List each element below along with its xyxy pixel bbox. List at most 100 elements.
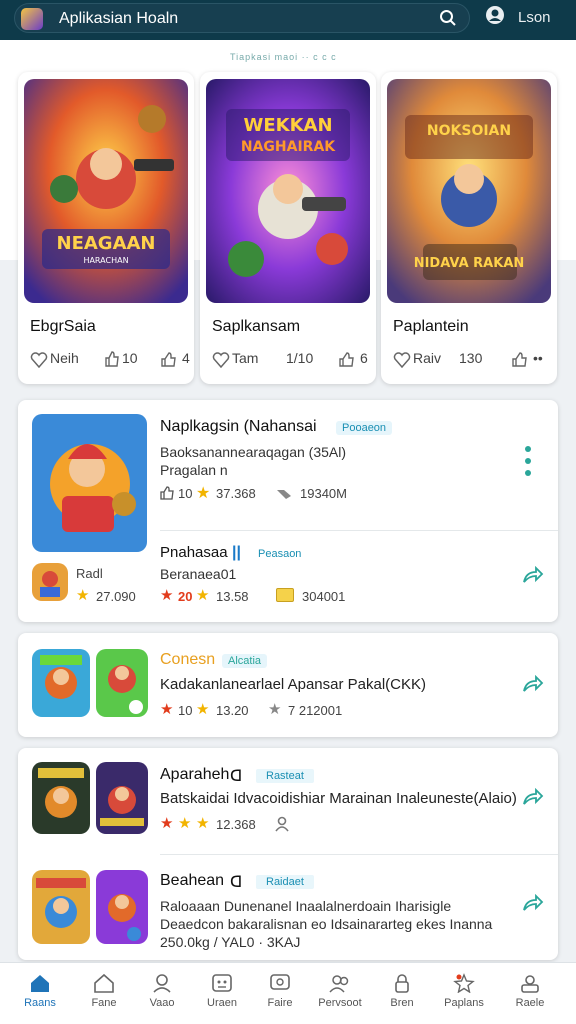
- game-name: Saplkansam: [212, 318, 301, 335]
- chat-icon: [270, 974, 290, 990]
- sub-game-title[interactable]: Pnahasaa: [160, 544, 228, 561]
- share-icon[interactable]: [522, 788, 544, 806]
- featured-artwork: NEAGAAN HARACHAN: [24, 79, 188, 303]
- search-bar[interactable]: Aplikasian Hoaln: [14, 3, 470, 33]
- game-list-card[interactable]: Aparaheh ᗡ Rasteat Batskaidai Idvacoidis…: [18, 748, 558, 960]
- nav-item-bren[interactable]: Bren: [370, 963, 434, 1024]
- thumbs-up-icon: [160, 486, 174, 500]
- rating-value: 10: [178, 486, 193, 501]
- vote-count: 6: [360, 350, 368, 366]
- sub-downloads: 13.58: [216, 589, 249, 604]
- featured-artwork: NOKSOIAN NIDAVA RAKAN: [387, 79, 551, 303]
- controller-icon: ᗡ: [230, 768, 243, 785]
- game-description-2: Deaedcon bakaralisnan eo Idsainararteg e…: [160, 916, 493, 932]
- like-icon[interactable]: [338, 351, 356, 367]
- nav-item-faire[interactable]: Faire: [248, 963, 312, 1024]
- share-icon[interactable]: [522, 675, 544, 693]
- game-title[interactable]: Conesn: [160, 651, 215, 669]
- game-description: Batskaidai Idvacoidishiar Marainan Inale…: [160, 790, 517, 807]
- game-name: Paplantein: [393, 318, 469, 335]
- game-title[interactable]: Aparaheh: [160, 766, 229, 784]
- category-badge: Raidaet: [256, 875, 314, 889]
- nav-item-uraen[interactable]: Uraen: [190, 963, 254, 1024]
- game-description: Kadakanlanearlael Apansar Pakal(CKK): [160, 676, 426, 693]
- game-thumbnail[interactable]: [32, 762, 90, 834]
- star-icon: ★: [196, 815, 210, 832]
- game-thumbnail[interactable]: [32, 649, 90, 717]
- user-icon: [275, 816, 289, 832]
- game-list-card[interactable]: Conesn Alcatia Kadakanlanearlael Apansar…: [18, 633, 558, 737]
- nav-item-fane[interactable]: Fane: [72, 963, 136, 1024]
- art-subtitle: NIDAVA RAKAN: [414, 256, 525, 271]
- section-caption: Tiapkasi maoi ·· c c c: [230, 52, 337, 62]
- game-developer: Pragalan n: [160, 462, 228, 478]
- search-icon[interactable]: [439, 9, 457, 27]
- sub-game-marker: ||: [232, 544, 241, 561]
- lock-icon: [395, 974, 409, 993]
- game-title[interactable]: Naplkagsin (Nahansai: [160, 418, 317, 436]
- login-button[interactable]: Lson: [518, 9, 551, 26]
- heart-icon[interactable]: [30, 352, 48, 368]
- featured-card[interactable]: NEAGAAN HARACHAN EbgrSaia Neih 10 4: [18, 72, 194, 384]
- star-outline-icon: ★: [268, 701, 282, 718]
- game-thumbnail[interactable]: [96, 762, 148, 834]
- category-badge: Rasteat: [256, 769, 314, 783]
- nav-label: Raele: [515, 997, 545, 1009]
- mini-thumbnail[interactable]: [32, 563, 68, 601]
- user-circle-icon[interactable]: [486, 6, 504, 24]
- thumbs-up-icon[interactable]: [104, 351, 120, 367]
- game-thumbnail[interactable]: [96, 649, 148, 717]
- category-badge: Pooaeon: [336, 421, 393, 435]
- nav-item-home[interactable]: Raans: [8, 963, 72, 1024]
- share-icon[interactable]: [522, 894, 544, 912]
- nav-label: Raans: [24, 997, 56, 1009]
- divider: [160, 854, 558, 855]
- game-list-card[interactable]: Naplkagsin (Nahansai Pooaeon Baoksananne…: [18, 400, 558, 622]
- sub-game-developer: Beranaea01: [160, 566, 237, 582]
- people-icon: [329, 975, 349, 993]
- heart-icon[interactable]: [212, 352, 230, 368]
- like-icon[interactable]: [160, 351, 178, 367]
- sub-rating: 20: [178, 589, 193, 604]
- controller-icon: ᗡ: [230, 874, 243, 891]
- star-icon: ★: [160, 701, 174, 718]
- nav-item-paplans[interactable]: Paplans: [432, 963, 496, 1024]
- search-input[interactable]: Aplikasian Hoaln: [59, 10, 178, 28]
- nav-item-pervsoot[interactable]: Pervsoot: [308, 963, 372, 1024]
- file-size: 19340M: [300, 486, 347, 501]
- more-options-icon[interactable]: [524, 446, 532, 480]
- game-name: EbgrSaia: [30, 318, 96, 335]
- stats-row: Tam 1/10 6: [210, 350, 368, 372]
- nav-label: Faire: [267, 997, 293, 1009]
- featured-card[interactable]: WEKKAN NAGHAIRAK Saplkansam Tam 1/10 6: [200, 72, 376, 384]
- app-logo-icon: [21, 8, 43, 30]
- featured-card[interactable]: NOKSOIAN NIDAVA RAKAN Paplantein Raiv 13…: [381, 72, 557, 384]
- art-subtitle: HARACHAN: [83, 256, 128, 265]
- download-count: 37.368: [216, 486, 256, 501]
- category-badge: Peasaon: [258, 548, 302, 560]
- tag-icon: [277, 490, 291, 499]
- star-icon: ★: [196, 701, 210, 718]
- like-icon[interactable]: [511, 351, 529, 367]
- game-title[interactable]: Beahean: [160, 872, 224, 890]
- art-title: NOKSOIAN: [427, 123, 511, 139]
- home-icon: [31, 975, 49, 992]
- person-icon: [153, 974, 171, 993]
- art-title: WEKKAN: [243, 115, 332, 136]
- game-thumbnail[interactable]: [32, 414, 147, 552]
- nav-label: Pervsoot: [318, 997, 362, 1009]
- gamepad-icon: [212, 974, 232, 992]
- nav-item-vaao[interactable]: Vaao: [130, 963, 194, 1024]
- divider: [160, 530, 558, 531]
- house-outline-icon: [94, 973, 114, 993]
- profile-icon: [521, 975, 539, 993]
- stats-row: Raiv 130 ••: [391, 350, 549, 372]
- share-icon[interactable]: [522, 566, 544, 584]
- nav-item-raele[interactable]: Raele: [498, 963, 562, 1024]
- game-thumbnail[interactable]: [96, 870, 148, 944]
- game-specs: 250.0kg / YAL0 · 3KAJ: [160, 934, 301, 950]
- game-thumbnail[interactable]: [32, 870, 90, 944]
- heart-icon[interactable]: [393, 352, 411, 368]
- bottom-navigation: Raans Fane Vaao Uraen Faire Pervsoot Bre…: [0, 962, 576, 1024]
- star-icon: ★: [76, 587, 90, 604]
